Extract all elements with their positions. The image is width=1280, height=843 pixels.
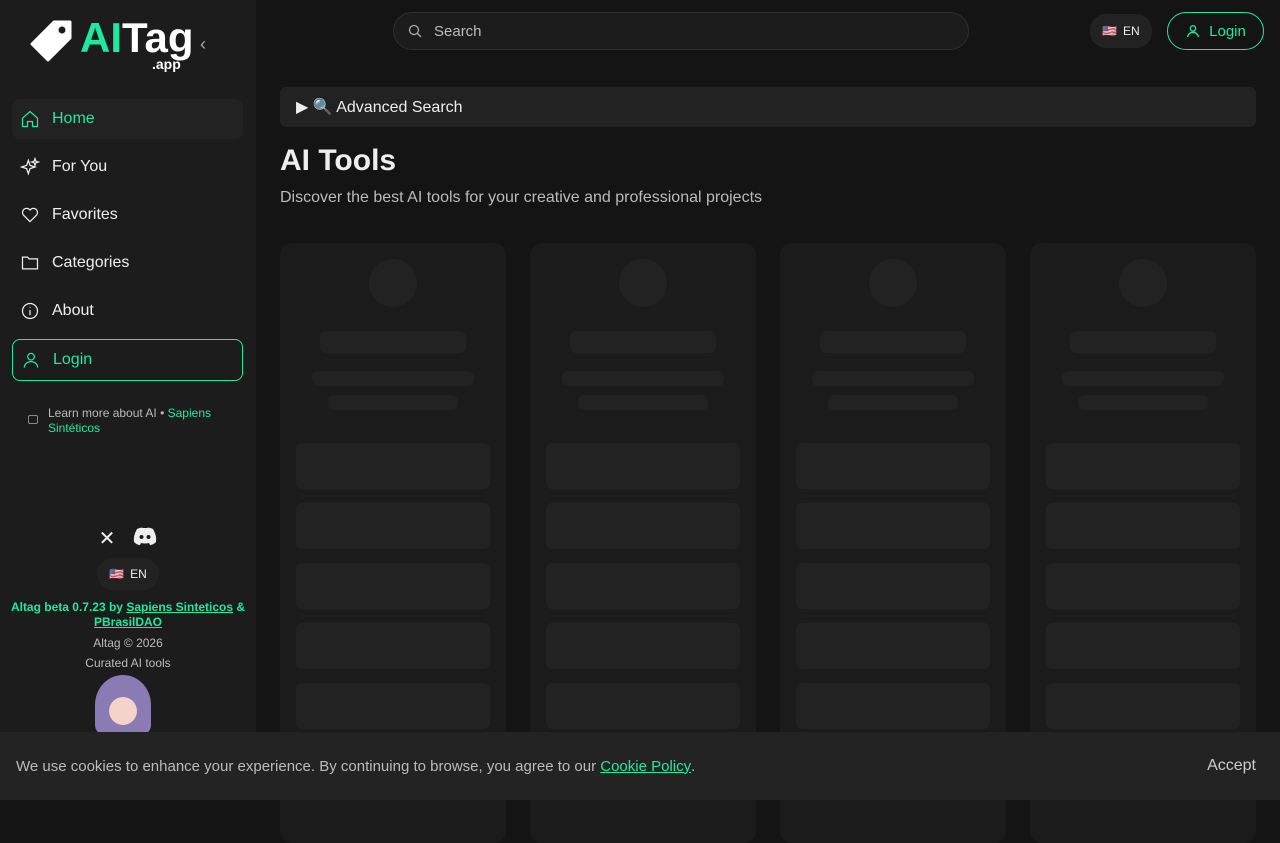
skeleton-placeholder xyxy=(570,331,716,353)
logo-ai: AI xyxy=(80,14,122,61)
discord-icon[interactable] xyxy=(133,526,157,546)
amp: & xyxy=(236,600,246,614)
tagline: Curated AI tools xyxy=(85,656,171,670)
search-input[interactable] xyxy=(434,22,934,40)
skeleton-placeholder xyxy=(328,395,458,410)
nav-about[interactable]: About xyxy=(12,291,243,331)
sparkles-icon xyxy=(20,157,40,176)
logo-tag: Tag xyxy=(122,14,194,61)
skeleton-placeholder xyxy=(1046,623,1240,669)
skeleton-placeholder xyxy=(296,563,490,609)
copyright: Altag © 2026 xyxy=(93,636,163,650)
nav-home[interactable]: Home xyxy=(12,99,243,139)
skeleton-placeholder xyxy=(369,259,417,307)
mascot-avatar xyxy=(95,675,151,735)
cookie-text: We use cookies to enhance your experienc… xyxy=(16,757,597,775)
page-subtitle: Discover the best AI tools for your crea… xyxy=(280,189,763,206)
skeleton-placeholder xyxy=(562,371,724,386)
skeleton-placeholder xyxy=(796,563,990,609)
advanced-search-toggle[interactable]: ▶ 🔍 Advanced Search xyxy=(280,87,1256,127)
skeleton-placeholder xyxy=(619,259,667,307)
page-title: AI Tools xyxy=(280,144,397,177)
us-flag-icon: 🇺🇸 xyxy=(109,567,125,581)
nav-login[interactable]: Login xyxy=(12,339,243,381)
nav-label: Categories xyxy=(52,254,130,271)
skeleton-placeholder xyxy=(1078,395,1208,410)
skeleton-placeholder xyxy=(1119,259,1167,307)
pbrasildao-link[interactable]: PBrasilDAO xyxy=(94,615,162,629)
collapse-sidebar-button[interactable]: ‹ xyxy=(200,34,206,55)
skeleton-placeholder xyxy=(296,443,490,489)
version-info: Altag beta 0.7.23 by Sapiens Sinteticos … xyxy=(0,600,256,630)
skeleton-placeholder xyxy=(320,331,466,353)
login-label: Login xyxy=(1209,22,1246,40)
heart-icon xyxy=(21,207,39,223)
home-icon xyxy=(21,110,39,128)
skeleton-placeholder xyxy=(296,683,490,729)
skeleton-placeholder xyxy=(796,443,990,489)
skeleton-placeholder xyxy=(296,623,490,669)
skeleton-placeholder xyxy=(796,623,990,669)
skeleton-placeholder xyxy=(828,395,958,410)
skeleton-placeholder xyxy=(312,371,474,386)
user-icon xyxy=(23,352,39,368)
cookie-banner: We use cookies to enhance your experienc… xyxy=(0,732,1280,800)
skeleton-placeholder xyxy=(869,259,917,307)
skeleton-placeholder xyxy=(796,503,990,549)
learn-text: Learn more about AI • xyxy=(48,406,165,420)
skeleton-placeholder xyxy=(546,623,740,669)
skeleton-placeholder xyxy=(546,443,740,489)
x-icon[interactable]: ✕ xyxy=(99,526,116,551)
language-selector[interactable]: 🇺🇸 EN xyxy=(97,558,159,590)
skeleton-placeholder xyxy=(1046,683,1240,729)
search-bar[interactable] xyxy=(393,12,969,50)
lang-label: EN xyxy=(130,567,147,581)
lang-label: EN xyxy=(1122,24,1140,38)
nav-categories[interactable]: Categories xyxy=(12,243,243,283)
robot-icon xyxy=(28,415,38,424)
header-language-selector[interactable]: 🇺🇸 EN xyxy=(1090,14,1152,48)
skeleton-placeholder xyxy=(812,371,974,386)
nav-label: For You xyxy=(52,158,108,175)
skeleton-placeholder xyxy=(796,683,990,729)
skeleton-placeholder xyxy=(1046,503,1240,549)
search-icon xyxy=(408,24,422,38)
social-links: ✕ xyxy=(0,526,256,551)
skeleton-placeholder xyxy=(578,395,708,410)
nav-favorites[interactable]: Favorites xyxy=(12,195,243,235)
version-text: Altag beta 0.7.23 by xyxy=(10,600,123,614)
cookie-period: . xyxy=(691,757,696,775)
header-login-button[interactable]: Login xyxy=(1167,12,1264,50)
skeleton-placeholder xyxy=(1062,371,1224,386)
logo[interactable]: AI Tag .app xyxy=(30,14,194,72)
user-icon xyxy=(1187,25,1200,38)
sapiens-sinteticos-link[interactable]: Sapiens Sinteticos xyxy=(126,600,233,614)
nav-label: Login xyxy=(53,351,93,368)
sidebar: AI Tag .app ‹ Home For You Favorites Cate… xyxy=(0,0,256,800)
skeleton-placeholder xyxy=(820,331,966,353)
skeleton-placeholder xyxy=(546,683,740,729)
learn-more: Learn more about AI • Sapiens Sintéticos xyxy=(28,406,238,436)
skeleton-placeholder xyxy=(1046,563,1240,609)
info-icon xyxy=(21,302,39,320)
nav-for-you[interactable]: For You xyxy=(12,147,243,187)
skeleton-placeholder xyxy=(1046,443,1240,489)
tag-icon xyxy=(30,20,72,62)
skeleton-placeholder xyxy=(546,563,740,609)
us-flag-icon: 🇺🇸 xyxy=(1102,24,1117,38)
logo-suffix: .app xyxy=(152,56,181,72)
nav-label: About xyxy=(52,302,94,319)
skeleton-placeholder xyxy=(546,503,740,549)
skeleton-placeholder xyxy=(1070,331,1216,353)
nav-label: Home xyxy=(52,110,95,127)
skeleton-placeholder xyxy=(296,503,490,549)
cookie-policy-link[interactable]: Cookie Policy xyxy=(600,758,691,775)
folder-star-icon xyxy=(21,256,39,270)
accept-cookies-button[interactable]: Accept xyxy=(1199,749,1264,783)
nav-label: Favorites xyxy=(52,206,118,223)
